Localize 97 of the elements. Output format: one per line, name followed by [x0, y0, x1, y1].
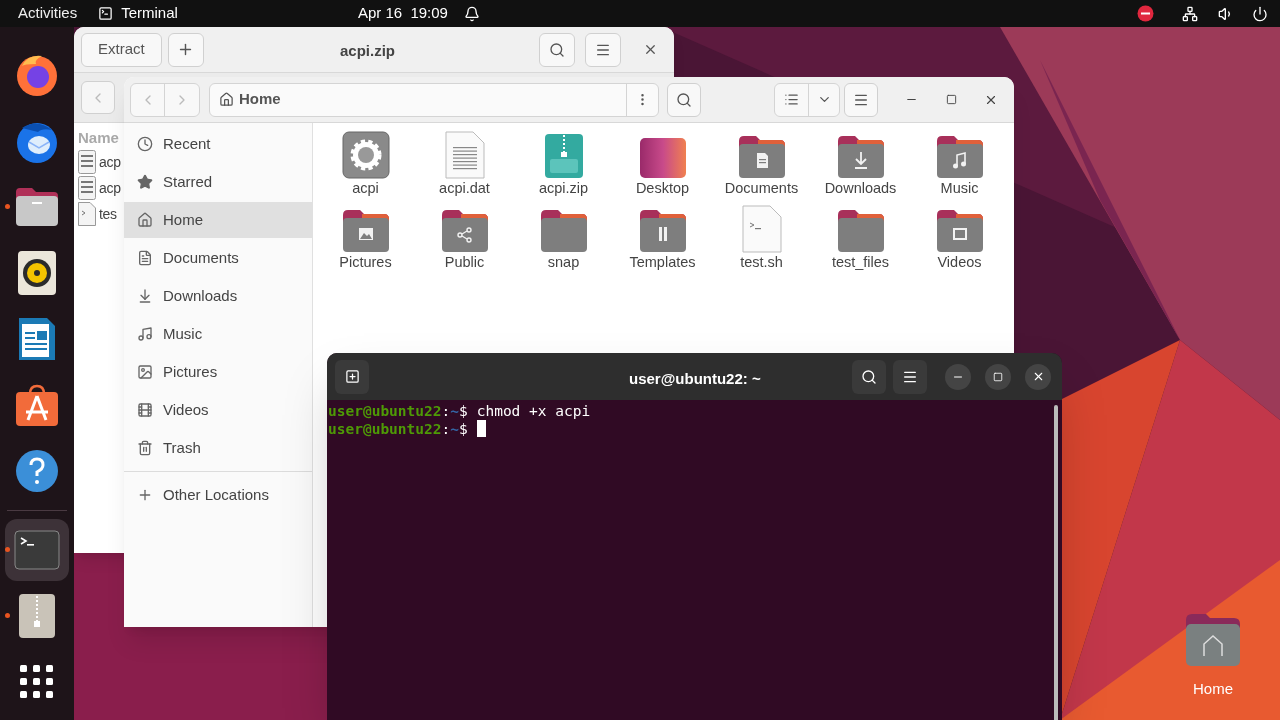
- prompt-path: ~: [450, 420, 459, 438]
- file-name[interactable]: test.sh: [740, 253, 783, 271]
- star-icon: [137, 174, 153, 190]
- text-file-icon: [444, 131, 485, 179]
- clock[interactable]: Apr 16 19:09: [357, 2, 448, 25]
- sidebar-item[interactable]: Starred: [124, 164, 312, 200]
- download-icon: [137, 288, 153, 304]
- home-icon: [219, 92, 234, 107]
- image-icon: [137, 364, 153, 380]
- file-name[interactable]: Videos: [937, 253, 982, 271]
- list-icon: [784, 92, 799, 107]
- file-name[interactable]: Pictures: [339, 253, 392, 271]
- gear-icon: [341, 131, 390, 179]
- search-button[interactable]: [852, 359, 886, 394]
- prompt-sign: $: [458, 402, 468, 420]
- minimize-button[interactable]: [945, 363, 971, 390]
- zip-file-icon: [543, 133, 584, 179]
- prompt-path: ~: [450, 402, 459, 420]
- sidebar-item[interactable]: Music: [124, 316, 312, 352]
- sidebar-item[interactable]: Trash: [124, 430, 312, 466]
- menu-button[interactable]: [844, 82, 878, 117]
- plus-icon: [137, 487, 153, 503]
- terminal-icon[interactable]: [5, 519, 69, 581]
- sidebar-item[interactable]: Downloads: [124, 278, 312, 314]
- binary-file-icon: [78, 176, 96, 200]
- file-name[interactable]: snap: [547, 253, 580, 271]
- notification-icon: [463, 5, 480, 22]
- column-header: Name: [78, 128, 119, 148]
- trash-icon: [137, 440, 153, 456]
- search-icon: [676, 91, 692, 108]
- new-tab-icon: [344, 369, 360, 384]
- prompt-user: user@ubuntu22: [328, 402, 442, 420]
- search-button[interactable]: [539, 32, 575, 67]
- videos-folder-icon: [935, 209, 984, 253]
- power-icon: [1252, 5, 1268, 22]
- home-folder-icon[interactable]: [1184, 612, 1242, 668]
- scrollbar[interactable]: [1054, 405, 1058, 720]
- documents-folder-icon: [737, 135, 786, 179]
- file-name[interactable]: Documents: [724, 179, 799, 197]
- music-folder-icon: [935, 135, 984, 179]
- maximize-icon: [945, 94, 957, 105]
- desktop-folder-icon: [638, 135, 687, 179]
- file-name[interactable]: tes: [99, 203, 117, 225]
- sidebar-item[interactable]: Documents: [124, 240, 312, 276]
- window-title: user@ubuntu22: ~: [629, 369, 761, 389]
- extract-button[interactable]: Extract: [81, 32, 162, 67]
- file-name[interactable]: test_files: [831, 253, 890, 271]
- command-text: chmod +x acpi: [476, 402, 591, 420]
- file-name[interactable]: Downloads: [824, 179, 897, 197]
- file-name[interactable]: Public: [444, 253, 485, 271]
- file-name[interactable]: Music: [940, 179, 979, 197]
- share-folder-icon: [440, 209, 489, 253]
- sidebar-item[interactable]: Videos: [124, 392, 312, 428]
- file-name[interactable]: acpi.zip: [538, 179, 589, 197]
- downloads-folder-icon: [836, 135, 885, 179]
- menu-button[interactable]: [893, 359, 927, 394]
- prompt-separator: :: [441, 402, 451, 420]
- maximize-icon: [993, 371, 1003, 382]
- file-name[interactable]: acpi.dat: [439, 179, 490, 197]
- script-file-icon: [78, 202, 96, 226]
- path-segment[interactable]: Home: [210, 88, 281, 111]
- sidebar-item[interactable]: Recent: [124, 126, 312, 162]
- sidebar-item[interactable]: Home: [124, 202, 312, 238]
- prompt-sign: $: [458, 420, 468, 438]
- music-icon: [137, 326, 153, 342]
- clock-icon: [137, 136, 153, 152]
- file-name[interactable]: acpi: [352, 179, 379, 197]
- binary-file-icon: [78, 150, 96, 174]
- file-name[interactable]: acp: [99, 177, 121, 199]
- prompt-separator: :: [441, 420, 451, 438]
- network-icon: [1182, 5, 1198, 22]
- sidebar-item[interactable]: Pictures: [124, 354, 312, 390]
- home-icon: [137, 212, 153, 228]
- activities-button[interactable]: Activities: [18, 2, 78, 25]
- file-name[interactable]: acp: [99, 151, 121, 173]
- file-name[interactable]: Templates: [629, 253, 696, 271]
- templates-folder-icon: [638, 209, 687, 253]
- do-not-disturb-icon: [1137, 5, 1154, 22]
- search-icon: [549, 41, 565, 58]
- close-button[interactable]: [1025, 363, 1051, 390]
- maximize-button[interactable]: [985, 363, 1011, 390]
- pictures-folder-icon: [341, 209, 390, 253]
- window-title: acpi.zip: [340, 41, 395, 61]
- document-icon: [137, 250, 153, 266]
- search-button[interactable]: [667, 82, 701, 117]
- folder-icon: [539, 209, 588, 253]
- file-name[interactable]: Desktop: [635, 179, 690, 197]
- desktop-icon-label[interactable]: Home: [1193, 678, 1233, 701]
- script-file-icon: [741, 205, 782, 253]
- search-icon: [861, 368, 877, 385]
- folder-icon: [836, 209, 885, 253]
- new-tab-button[interactable]: [335, 359, 369, 394]
- terminal-icon: [98, 6, 114, 21]
- film-icon: [137, 402, 153, 418]
- sidebar-item[interactable]: Other Locations: [124, 477, 312, 513]
- prompt-user: user@ubuntu22: [328, 420, 442, 438]
- app-menu[interactable]: Terminal: [121, 2, 178, 25]
